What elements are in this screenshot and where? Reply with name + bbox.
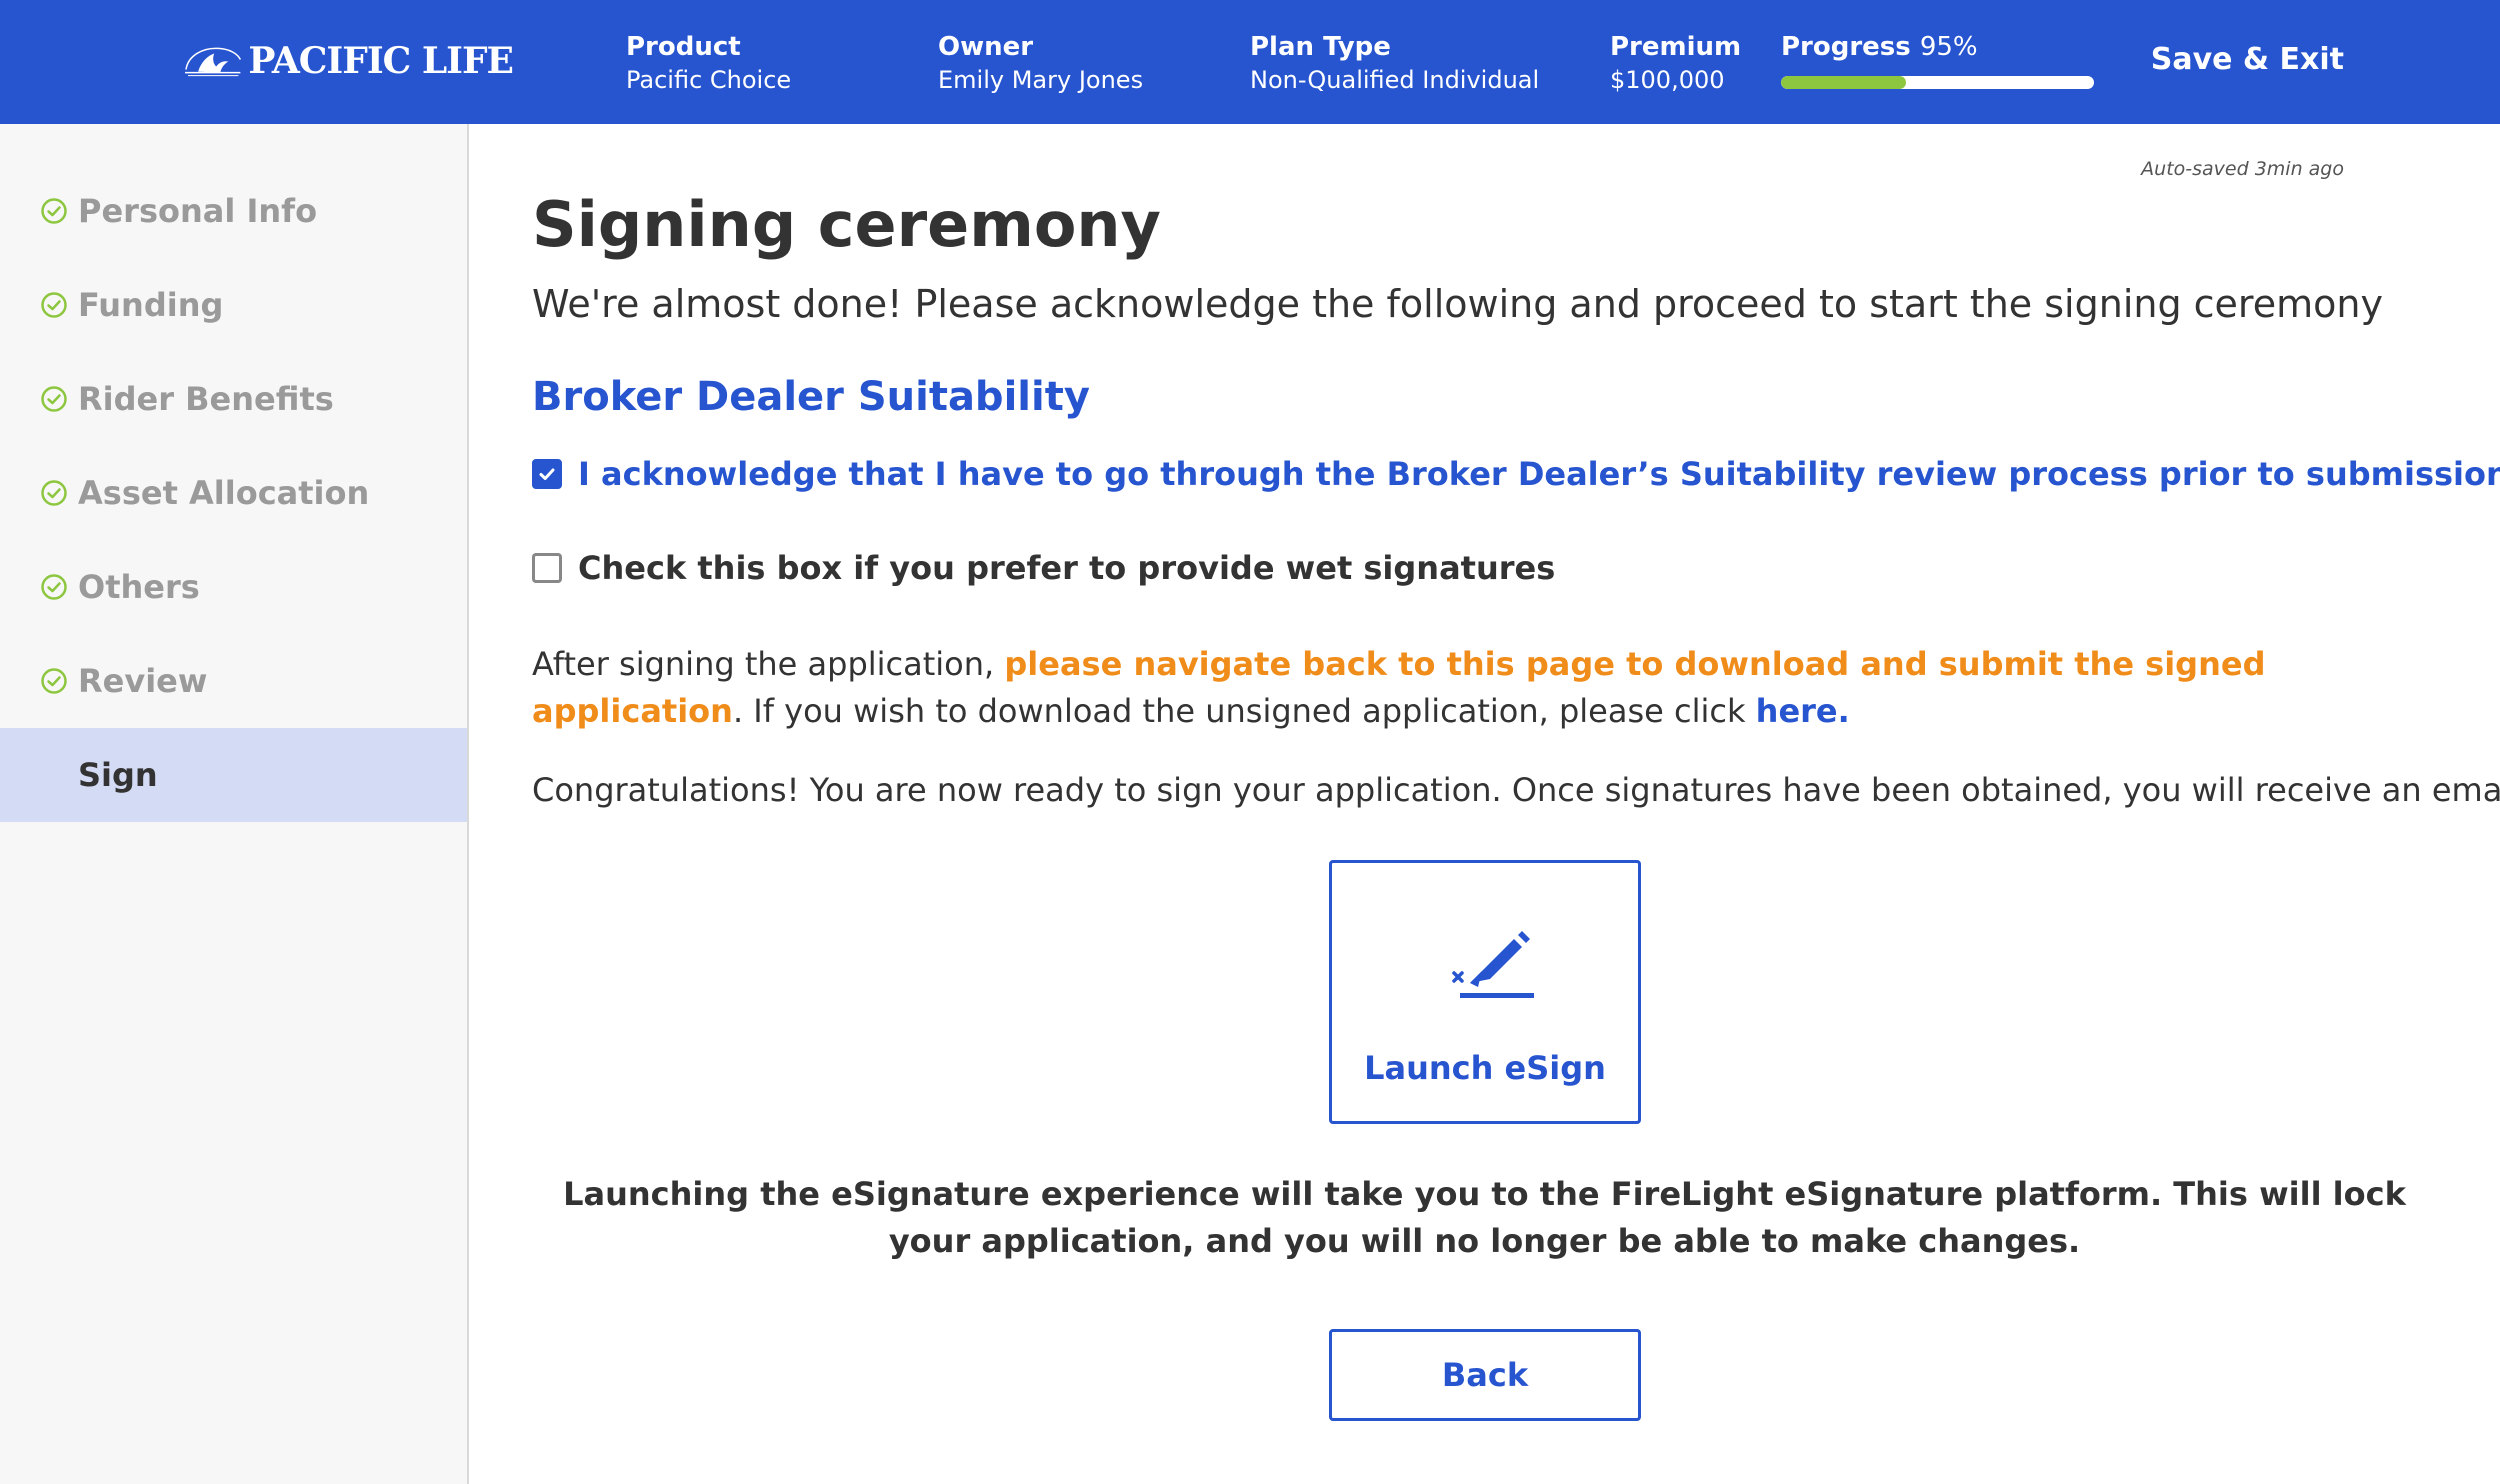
note-suffix: . If you wish to download the unsigned a… [732,692,1756,730]
logo-text: PACIFIC LIFE [248,40,514,82]
sidebar-item-label: Sign [78,756,158,794]
page-title: Signing ceremony [532,188,1161,261]
owner-label: Owner [938,32,1034,62]
sidebar-item-others[interactable]: Others [0,540,467,634]
section-title: Broker Dealer Suitability [532,374,1090,420]
sidebar-item-asset-allocation[interactable]: Asset Allocation [0,446,467,540]
plan-type-label: Plan Type [1250,32,1391,62]
premium-value: $100,000 [1610,66,1725,94]
navigate-back-note: After signing the application, please na… [532,641,2372,735]
sidebar-item-label: Personal Info [78,192,318,230]
owner-value: Emily Mary Jones [938,66,1144,94]
check-circle-icon [41,668,67,694]
sidebar-item-funding[interactable]: Funding [0,258,467,352]
esign-warning: Launching the eSignature experience will… [563,1175,2406,1260]
launch-esign-label: Launch eSign [1364,1049,1606,1087]
wet-signature-checkbox-row[interactable]: Check this box if you prefer to provide … [532,549,1555,587]
sidebar-item-label: Review [78,662,208,700]
pen-sign-icon [1452,931,1534,998]
sidebar-item-rider-benefits[interactable]: Rider Benefits [0,352,467,446]
launch-esign-button[interactable]: Launch eSign [1329,860,1641,1124]
premium-info: Premium $100,000 [1610,30,1741,96]
plan-type-info: Plan Type Non-Qualified Individual [1250,30,1539,96]
acknowledge-checkbox[interactable] [532,459,562,489]
save-exit-button[interactable]: Save & Exit [2151,42,2344,77]
sidebar-item-personal-info[interactable]: Personal Info [0,164,467,258]
note-prefix: After signing the application, [532,645,1005,683]
sidebar-nav: Personal Info Funding Rider Benefits Ass… [0,124,469,1484]
check-circle-icon [41,574,67,600]
product-value: Pacific Choice [626,66,792,94]
premium-label: Premium [1610,32,1742,62]
wet-signature-checkbox[interactable] [532,553,562,583]
top-header: PACIFIC LIFE Product Pacific Choice Owne… [0,0,2500,124]
product-info: Product Pacific Choice [626,30,791,96]
acknowledge-checkbox-row[interactable]: I acknowledge that I have to go through … [532,455,2500,493]
check-circle-icon [41,292,67,318]
congrats-message: Congratulations! You are now ready to si… [532,771,2500,809]
back-button[interactable]: Back [1329,1329,1641,1421]
sidebar-item-label: Funding [78,286,224,324]
progress-bar-fill [1781,76,1907,89]
progress-label-row: Progress 95% [1781,30,1978,64]
sidebar-item-label: Rider Benefits [78,380,334,418]
sidebar-item-label: Others [78,568,200,606]
progress-bar [1781,76,2094,89]
autosave-status: Auto-saved 3min ago [2141,158,2344,180]
sidebar-item-label: Asset Allocation [78,474,370,512]
owner-info: Owner Emily Mary Jones [938,30,1143,96]
checkmark-icon [539,468,555,480]
product-label: Product [626,32,741,62]
sidebar-item-sign[interactable]: Sign [0,728,467,822]
check-circle-icon [41,480,67,506]
acknowledge-label: I acknowledge that I have to go through … [578,455,2500,493]
plan-type-value: Non-Qualified Individual [1250,66,1540,94]
sidebar-item-review[interactable]: Review [0,634,467,728]
wet-signature-label: Check this box if you prefer to provide … [578,549,1556,587]
page-subtitle: We're almost done! Please acknowledge th… [532,282,2383,326]
check-circle-icon [41,198,67,224]
pacific-life-logo[interactable]: PACIFIC LIFE [183,28,514,94]
whale-logo-icon [185,47,242,77]
download-unsigned-link[interactable]: here. [1756,692,1850,730]
progress-info: Progress 95% [1781,30,1978,64]
progress-percent: 95% [1919,32,1978,62]
check-circle-icon [41,386,67,412]
progress-label: Progress [1781,32,1911,62]
